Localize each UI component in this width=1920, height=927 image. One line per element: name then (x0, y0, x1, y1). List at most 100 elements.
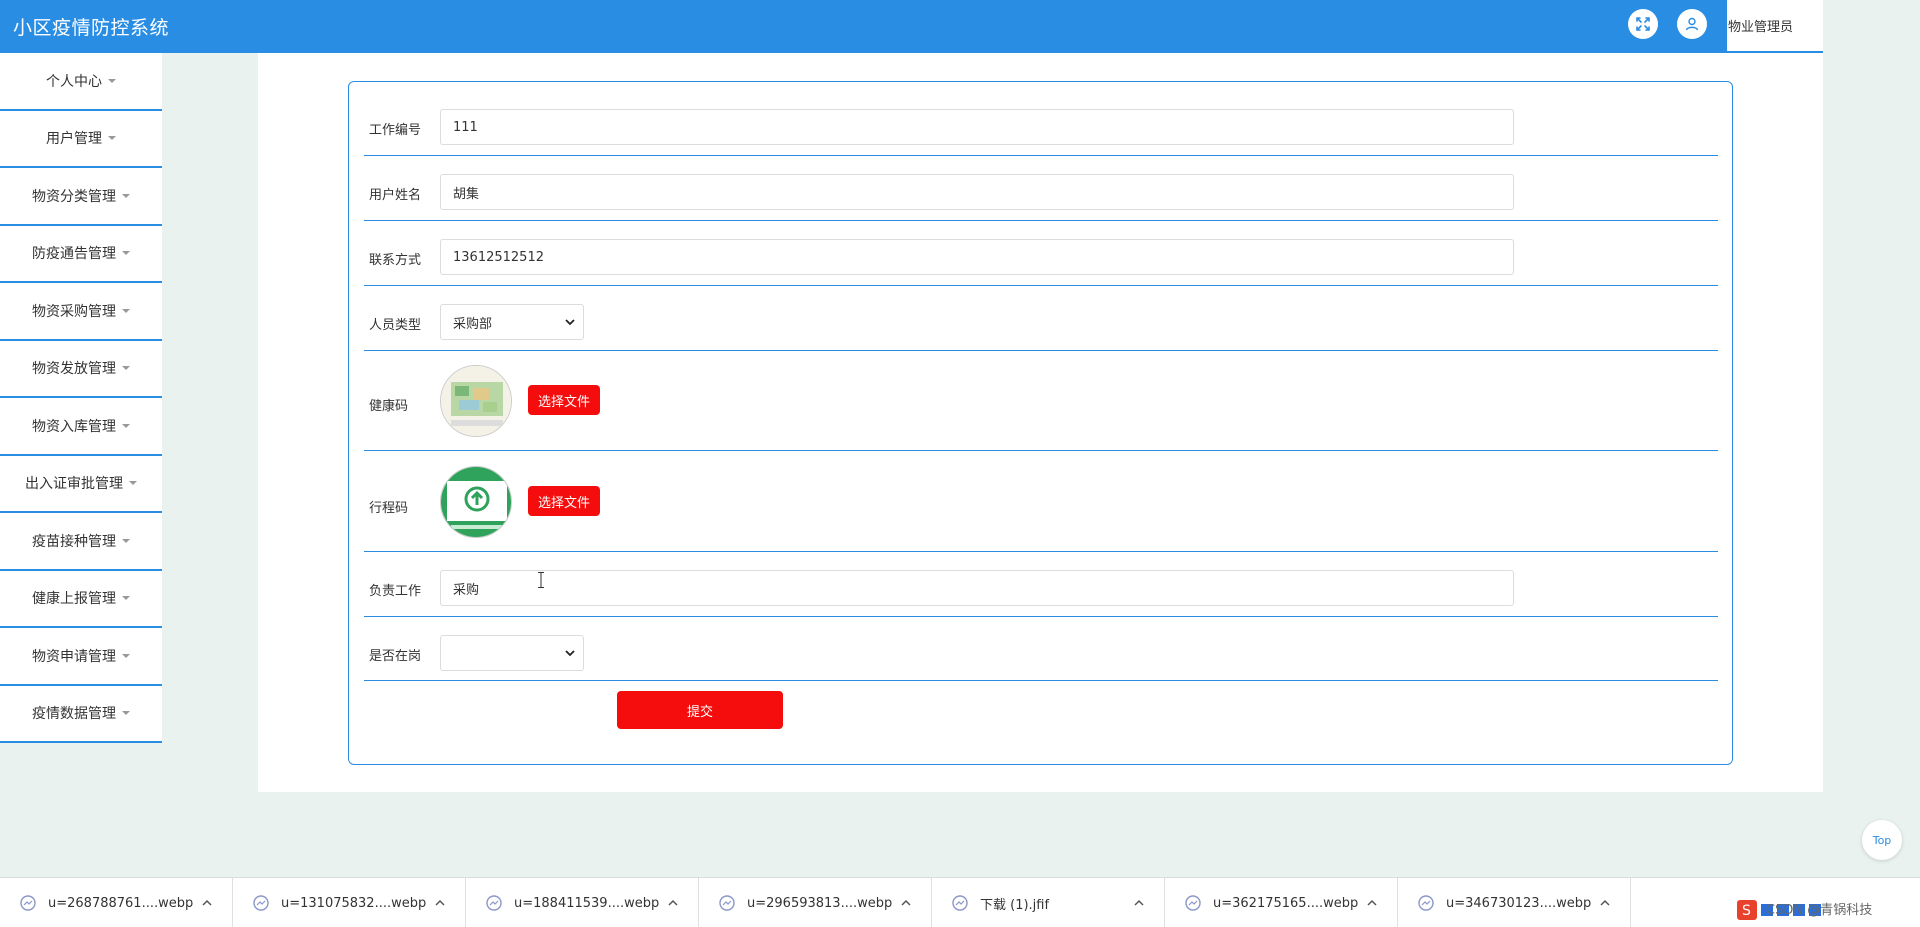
sidebar-item-supply-request[interactable]: 物资申请管理 (0, 628, 162, 686)
sidebar-item-label: 防疫通告管理 (32, 246, 116, 263)
caret-down-icon (122, 596, 130, 601)
download-file-name: u=268788761....webp (48, 895, 194, 911)
user-name-label: 用户姓名 (369, 188, 422, 203)
download-item[interactable]: u=346730123....webp (1398, 878, 1631, 927)
contact-input[interactable] (440, 239, 1514, 275)
trip-code-image (440, 466, 512, 538)
image-file-icon (1185, 895, 1201, 911)
sidebar-item-distribution[interactable]: 物资发放管理 (0, 340, 162, 398)
sidebar-item-label: 用户管理 (46, 131, 102, 148)
duty-input[interactable] (440, 570, 1514, 606)
role-label: 物业管理员 (1728, 20, 1794, 35)
person-type-select[interactable]: 采购部 (440, 304, 584, 340)
caret-down-icon (122, 423, 130, 428)
sidebar-item-pass-approval[interactable]: 出入证审批管理 (0, 455, 162, 513)
submit-button[interactable]: 提交 (617, 691, 783, 729)
caret-down-icon (108, 136, 116, 141)
work-no-input[interactable] (440, 109, 1514, 145)
download-item[interactable]: u=131075832....webp (233, 878, 466, 927)
health-code-choose-file-button[interactable]: 选择文件 (528, 385, 600, 415)
download-file-name: u=296593813....webp (747, 895, 893, 911)
caret-down-icon (122, 711, 130, 716)
staff-form: 工作编号 用户姓名 联系方式 人员类型 采购部 健康码 (348, 81, 1733, 765)
trip-code-picture (441, 467, 511, 537)
form-row-trip-code: 行程码 选择文件 (364, 451, 1718, 552)
right-background (1823, 0, 1920, 877)
chevron-up-icon[interactable] (200, 896, 214, 910)
sidebar-item-label: 健康上报管理 (32, 591, 116, 608)
user-icon (1685, 17, 1699, 31)
duty-label: 负责工作 (369, 584, 422, 599)
top-bar: 小区疫情防控系统 物业管理员 (0, 0, 1823, 53)
download-item[interactable]: 下载 (1).jfif (932, 878, 1165, 927)
fullscreen-button[interactable] (1628, 9, 1658, 39)
chevron-up-icon[interactable] (1132, 896, 1146, 910)
on-duty-label: 是否在岗 (369, 649, 422, 664)
health-code-picture (441, 366, 511, 436)
on-duty-select[interactable] (440, 635, 584, 671)
sidebar: 个人中心 用户管理 物资分类管理 防疫通告管理 物资采购管理 物资发放管理 物资… (0, 53, 162, 743)
form-row-on-duty: 是否在岗 (364, 617, 1718, 681)
sidebar-item-supply-category[interactable]: 物资分类管理 (0, 168, 162, 226)
sidebar-item-notice[interactable]: 防疫通告管理 (0, 225, 162, 283)
work-no-label: 工作编号 (369, 123, 422, 138)
form-row-work-no: 工作编号 (364, 82, 1718, 156)
sidebar-item-health-report[interactable]: 健康上报管理 (0, 570, 162, 628)
sidebar-item-label: 出入证审批管理 (25, 476, 123, 493)
sidebar-item-label: 物资分类管理 (32, 188, 116, 205)
sidebar-item-user-management[interactable]: 用户管理 (0, 110, 162, 168)
svg-text:S: S (1742, 903, 1751, 919)
sidebar-item-label: 个人中心 (46, 73, 102, 90)
user-name-input[interactable] (440, 174, 1514, 210)
trip-code-choose-file-button[interactable]: 选择文件 (528, 486, 600, 516)
caret-down-icon (122, 653, 130, 658)
caret-down-icon (122, 366, 130, 371)
sidebar-item-purchase[interactable]: 物资采购管理 (0, 283, 162, 341)
download-item[interactable]: u=188411539....webp (466, 878, 699, 927)
sidebar-item-stock-in[interactable]: 物资入库管理 (0, 398, 162, 456)
caret-down-icon (129, 481, 137, 486)
health-code-image (440, 365, 512, 437)
form-row-person-type: 人员类型 采购部 (364, 286, 1718, 351)
text-cursor-icon (538, 572, 544, 588)
sidebar-item-label: 物资发放管理 (32, 361, 116, 378)
chevron-down-icon (565, 650, 575, 657)
download-item[interactable]: u=362175165....webp (1165, 878, 1398, 927)
person-type-value: 采购部 (453, 316, 493, 332)
sidebar-item-vaccination[interactable]: 疫苗接种管理 (0, 513, 162, 571)
sidebar-item-personal-center[interactable]: 个人中心 (0, 53, 162, 111)
back-to-top-button[interactable]: Top (1862, 820, 1902, 860)
sidebar-item-label: 疫情数据管理 (32, 706, 116, 723)
watermark: CSDN @青锅科技 (1766, 903, 1873, 918)
caret-down-icon (122, 251, 130, 256)
form-row-user-name: 用户姓名 (364, 156, 1718, 221)
image-file-icon (1418, 895, 1434, 911)
health-code-label: 健康码 (369, 399, 409, 414)
person-type-label: 人员类型 (369, 318, 422, 333)
caret-down-icon (122, 538, 130, 543)
image-file-icon (20, 895, 36, 911)
role-tab[interactable]: 物业管理员 (1727, 0, 1823, 53)
download-file-name: u=346730123....webp (1446, 895, 1592, 911)
chevron-up-icon[interactable] (1598, 896, 1612, 910)
download-item[interactable]: u=268788761....webp (0, 878, 233, 927)
chevron-up-icon[interactable] (1365, 896, 1379, 910)
image-file-icon (486, 895, 502, 911)
download-file-name: 下载 (1).jfif (980, 897, 1050, 913)
download-item[interactable]: u=296593813....webp (699, 878, 932, 927)
user-button[interactable] (1677, 9, 1707, 39)
chevron-up-icon[interactable] (899, 896, 913, 910)
chevron-up-icon[interactable] (433, 896, 447, 910)
form-row-duty: 负责工作 (364, 552, 1718, 617)
sidebar-item-epidemic-data[interactable]: 疫情数据管理 (0, 685, 162, 743)
form-row-contact: 联系方式 (364, 221, 1718, 286)
chevron-down-icon (565, 319, 575, 326)
chevron-up-icon[interactable] (666, 896, 680, 910)
trip-code-label: 行程码 (369, 501, 409, 516)
expand-icon (1636, 17, 1650, 31)
sidebar-item-label: 疫苗接种管理 (32, 533, 116, 550)
image-file-icon (253, 895, 269, 911)
image-file-icon (952, 895, 968, 911)
sidebar-item-label: 物资入库管理 (32, 418, 116, 435)
download-file-name: u=188411539....webp (514, 895, 660, 911)
